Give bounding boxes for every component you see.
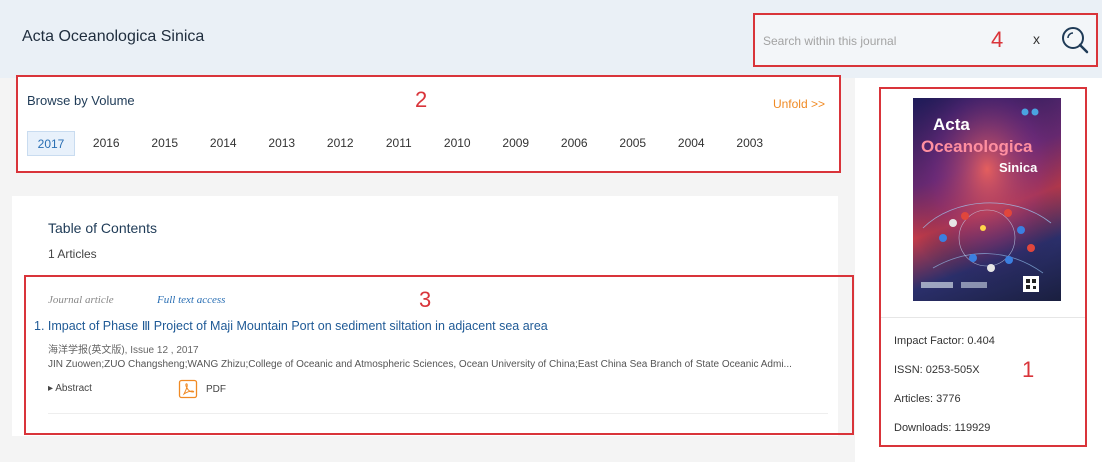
- journal-stats: Impact Factor: 0.404 ISSN: 0253-505X Art…: [894, 335, 995, 451]
- cover-text-oceanologica: Oceanologica: [921, 137, 1033, 156]
- pdf-icon: [178, 379, 198, 399]
- article-type: Journal article: [48, 294, 114, 306]
- journal-title[interactable]: Acta Oceanologica Sinica: [22, 28, 204, 46]
- cover-text-acta: Acta: [933, 115, 970, 134]
- year-2006[interactable]: 2006: [547, 131, 602, 156]
- year-2003[interactable]: 2003: [723, 131, 778, 156]
- issn: ISSN: 0253-505X: [894, 364, 980, 376]
- cover-text-sinica: Sinica: [999, 160, 1038, 175]
- year-2016[interactable]: 2016: [79, 131, 134, 156]
- annotation-marker-2: 2: [415, 87, 428, 112]
- year-2010[interactable]: 2010: [430, 131, 485, 156]
- year-2015[interactable]: 2015: [138, 131, 193, 156]
- year-2014[interactable]: 2014: [196, 131, 251, 156]
- journal-cover-image[interactable]: Acta Oceanologica Sinica: [913, 98, 1061, 301]
- year-list: 2017 2016 2015 2014 2013 2012 2011 2010 …: [27, 131, 777, 156]
- article-total: Articles: 3776: [894, 393, 961, 405]
- year-2011[interactable]: 2011: [372, 131, 427, 156]
- sidebar-divider: [881, 317, 1085, 318]
- search-icon[interactable]: [1060, 25, 1090, 55]
- annotation-marker-4: 4: [991, 27, 1004, 52]
- table-of-contents-panel: Table of Contents 1 Articles Journal art…: [12, 196, 854, 436]
- journal-info-box: Acta Oceanologica Sinica Impact Factor: …: [879, 87, 1087, 447]
- article-count: 1 Articles: [48, 247, 97, 261]
- unfold-link[interactable]: Unfold >>: [773, 97, 825, 111]
- full-text-access-link[interactable]: Full text access: [157, 294, 225, 306]
- abstract-toggle[interactable]: ▸ Abstract: [48, 383, 92, 394]
- year-2004[interactable]: 2004: [664, 131, 719, 156]
- article-title-link[interactable]: 1. Impact of Phase Ⅲ Project of Maji Mou…: [34, 318, 548, 333]
- year-2005[interactable]: 2005: [606, 131, 661, 156]
- year-2009[interactable]: 2009: [489, 131, 544, 156]
- cover-artwork: Acta Oceanologica Sinica: [913, 98, 1061, 301]
- clear-search-button[interactable]: x: [1033, 31, 1040, 47]
- annotation-marker-3: 3: [419, 287, 432, 312]
- browse-title: Browse by Volume: [27, 93, 135, 108]
- year-2012[interactable]: 2012: [313, 131, 368, 156]
- year-2013[interactable]: 2013: [255, 131, 310, 156]
- annotation-marker-1: 1: [1022, 357, 1035, 382]
- browse-by-volume-panel: Browse by Volume 2 Unfold >> 2017 2016 2…: [16, 75, 841, 173]
- pdf-label: PDF: [206, 383, 226, 395]
- download-total: Downloads: 119929: [894, 422, 991, 434]
- journal-sidebar: Acta Oceanologica Sinica Impact Factor: …: [855, 78, 1102, 462]
- article-item: Journal article Full text access 3 1. Im…: [24, 275, 854, 435]
- article-divider: [48, 413, 828, 414]
- article-source: 海洋学报(英文版), Issue 12 , 2017: [48, 345, 199, 356]
- year-2017[interactable]: 2017: [27, 131, 75, 156]
- toc-title: Table of Contents: [48, 220, 157, 236]
- impact-factor: Impact Factor: 0.404: [894, 335, 995, 347]
- pdf-download-link[interactable]: PDF: [178, 379, 226, 399]
- search-bar: 4 x: [753, 13, 1098, 67]
- search-input[interactable]: [763, 31, 963, 51]
- article-authors: JIN Zuowen;ZUO Changsheng;WANG Zhizu;Col…: [48, 359, 792, 370]
